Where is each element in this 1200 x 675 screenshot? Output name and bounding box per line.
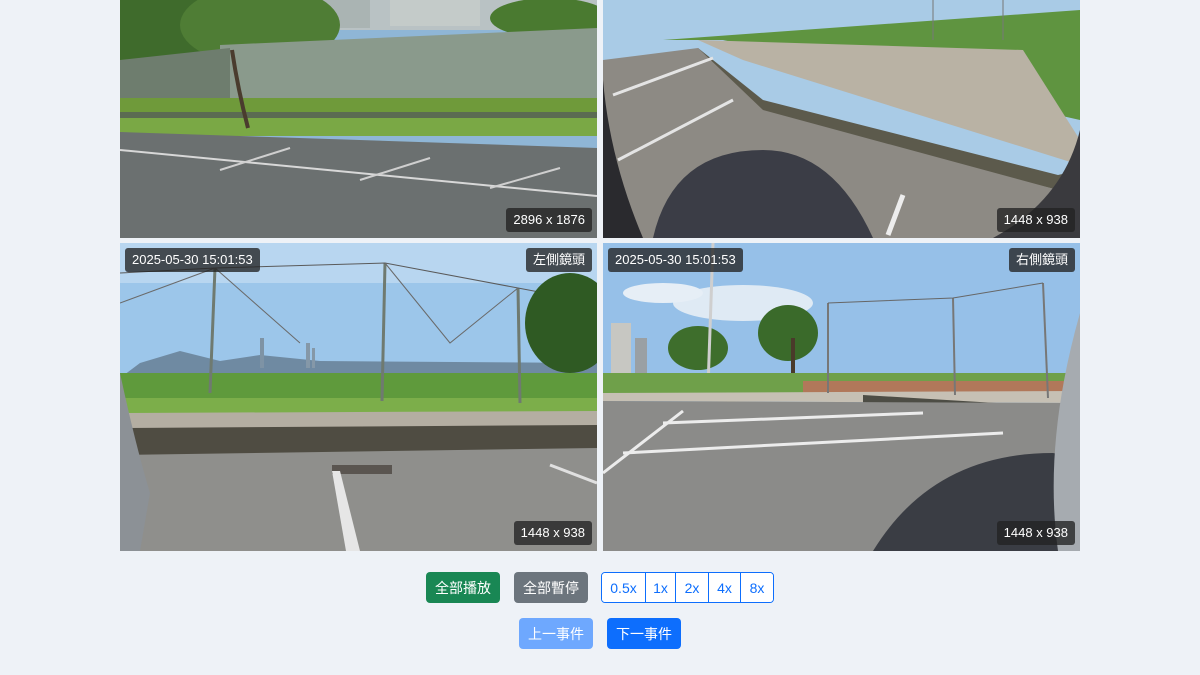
next-event-button[interactable]: 下一事件 (607, 618, 681, 649)
left-camera-view[interactable]: 2025-05-30 15:01:53 左側鏡頭 1448 x 938 (120, 243, 597, 551)
right-camera-label: 右側鏡頭 (1008, 248, 1075, 272)
speed-2x-button[interactable]: 2x (676, 573, 709, 602)
back-camera-resolution: 1448 x 938 (996, 208, 1075, 232)
speed-selector: 0.5x 1x 2x 4x 8x (601, 572, 774, 603)
camera-grid: 2896 x 1876 1448 x 938 2025-05-30 15:01:… (120, 0, 1080, 551)
front-camera-image (120, 0, 597, 238)
right-camera-resolution: 1448 x 938 (996, 521, 1075, 545)
left-camera-image (120, 243, 597, 551)
front-camera-view[interactable]: 2896 x 1876 (120, 0, 597, 238)
front-camera-resolution: 2896 x 1876 (506, 208, 592, 232)
right-camera-view[interactable]: 2025-05-30 15:01:53 右側鏡頭 1448 x 938 (603, 243, 1080, 551)
playback-controls: 全部播放 全部暫停 0.5x 1x 2x 4x 8x (0, 572, 1200, 604)
right-camera-image (603, 243, 1080, 551)
pause-all-button[interactable]: 全部暫停 (514, 572, 588, 603)
speed-8x-button[interactable]: 8x (741, 573, 773, 602)
speed-1x-button[interactable]: 1x (646, 573, 676, 602)
left-camera-resolution: 1448 x 938 (513, 521, 592, 545)
prev-event-button[interactable]: 上一事件 (519, 618, 593, 649)
back-camera-image (603, 0, 1080, 238)
back-camera-view[interactable]: 1448 x 938 (603, 0, 1080, 238)
speed-4x-button[interactable]: 4x (709, 573, 741, 602)
speed-0-5x-button[interactable]: 0.5x (602, 573, 646, 602)
left-camera-label: 左側鏡頭 (525, 248, 592, 272)
play-all-button[interactable]: 全部播放 (426, 572, 500, 603)
event-navigation: 上一事件 下一事件 (0, 618, 1200, 650)
right-camera-timestamp: 2025-05-30 15:01:53 (608, 248, 743, 272)
left-camera-timestamp: 2025-05-30 15:01:53 (125, 248, 260, 272)
